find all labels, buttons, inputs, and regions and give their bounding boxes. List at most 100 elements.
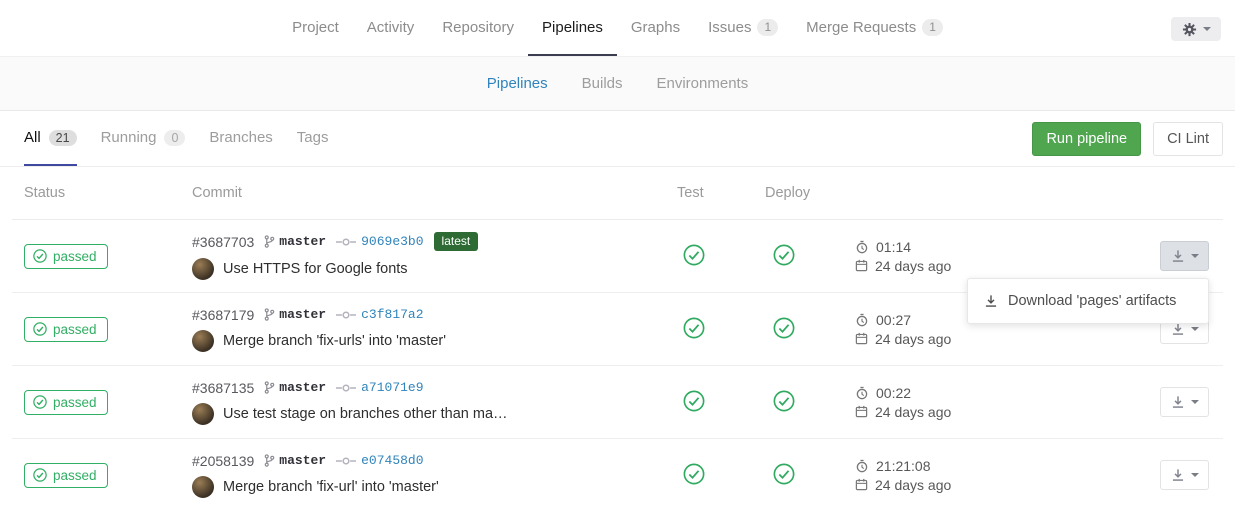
commit-message-link[interactable]: Use HTTPS for Google fonts: [223, 261, 408, 277]
committer-avatar[interactable]: [192, 476, 214, 498]
commit-icon: [336, 237, 356, 247]
pipeline-id-link[interactable]: #3687135: [192, 380, 254, 396]
deploy-stage-passed-icon[interactable]: [773, 244, 795, 266]
check-circle-icon: [33, 249, 47, 263]
status-cell: passed: [12, 463, 192, 488]
actions-cell: [1003, 439, 1223, 509]
test-stage-passed-icon[interactable]: [683, 317, 705, 339]
actions-cell: [1003, 366, 1223, 438]
pipeline-duration: 01:14: [876, 239, 911, 255]
tab-tags[interactable]: Tags: [297, 111, 329, 166]
download-icon: [984, 294, 998, 308]
commit-sha-link[interactable]: 9069e3b0: [336, 234, 423, 249]
commit-sha-link[interactable]: e07458d0: [336, 453, 423, 468]
nav-item-merge-requests[interactable]: Merge Requests 1: [792, 0, 957, 56]
commit-sha-link[interactable]: c3f817a2: [336, 307, 423, 322]
branch-icon: [264, 454, 275, 467]
status-badge[interactable]: passed: [24, 244, 108, 269]
test-stage-cell: [677, 463, 765, 488]
pipeline-id-link[interactable]: #3687703: [192, 234, 254, 250]
calendar-icon: [855, 259, 868, 272]
branch-link[interactable]: master: [264, 234, 326, 249]
time-cell: 21:21:08 24 days ago: [853, 455, 1003, 496]
committer-avatar[interactable]: [192, 330, 214, 352]
nav-item-label: Pipelines: [542, 19, 603, 36]
pipeline-duration: 21:21:08: [876, 458, 931, 474]
nav-item-label: Repository: [442, 19, 514, 36]
subnav-item-builds[interactable]: Builds: [565, 75, 640, 92]
nav-item-graphs[interactable]: Graphs: [617, 0, 694, 56]
artifacts-download-button[interactable]: [1160, 387, 1209, 417]
calendar-icon: [855, 332, 868, 345]
sha-label: 9069e3b0: [361, 234, 423, 249]
nav-item-activity[interactable]: Activity: [353, 0, 429, 56]
caret-down-icon: [1191, 254, 1199, 258]
timer-icon: [855, 386, 869, 400]
pipeline-age: 24 days ago: [875, 258, 951, 274]
caret-down-icon: [1191, 327, 1199, 331]
tab-label: Running: [101, 129, 157, 146]
actions-cell: Download 'pages' artifacts: [1003, 220, 1223, 292]
project-settings-dropdown-button[interactable]: [1171, 17, 1221, 41]
timer-icon: [855, 459, 869, 473]
branch-name: master: [279, 380, 326, 395]
deploy-stage-passed-icon[interactable]: [773, 463, 795, 485]
pipeline-id-link[interactable]: #2058139: [192, 453, 254, 469]
branch-icon: [264, 235, 275, 248]
tab-all[interactable]: All 21: [24, 111, 77, 166]
test-stage-passed-icon[interactable]: [683, 463, 705, 485]
calendar-icon: [855, 405, 868, 418]
header-commit: Commit: [192, 185, 677, 201]
ci-lint-button[interactable]: CI Lint: [1153, 122, 1223, 156]
commit-message-link[interactable]: Merge branch 'fix-urls' into 'master': [223, 333, 446, 349]
tab-running[interactable]: Running 0: [101, 111, 186, 166]
subnav-item-environments[interactable]: Environments: [640, 75, 766, 92]
nav-item-repository[interactable]: Repository: [428, 0, 528, 56]
status-badge[interactable]: passed: [24, 317, 108, 342]
branch-link[interactable]: master: [264, 307, 326, 322]
project-nav: Project Activity Repository Pipelines Gr…: [0, 0, 1235, 57]
download-icon: [1171, 249, 1185, 263]
pipelines-table: Status Commit Test Deploy passed #368770…: [12, 167, 1223, 509]
pipeline-rows: passed #3687703 master: [12, 220, 1223, 509]
test-stage-cell: [677, 244, 765, 269]
commit-message-link[interactable]: Merge branch 'fix-url' into 'master': [223, 479, 439, 495]
pipeline-duration: 00:22: [876, 385, 911, 401]
deploy-stage-passed-icon[interactable]: [773, 317, 795, 339]
subnav-item-pipelines[interactable]: Pipelines: [470, 75, 565, 92]
caret-down-icon: [1191, 473, 1199, 477]
commit-sha-link[interactable]: a71071e9: [336, 380, 423, 395]
nav-item-issues[interactable]: Issues 1: [694, 0, 792, 56]
run-pipeline-button[interactable]: Run pipeline: [1032, 122, 1141, 156]
status-badge[interactable]: passed: [24, 463, 108, 488]
status-label: passed: [53, 249, 97, 264]
test-stage-passed-icon[interactable]: [683, 390, 705, 412]
nav-item-project[interactable]: Project: [278, 0, 353, 56]
artifacts-download-button[interactable]: [1160, 460, 1209, 490]
time-cell: 01:14 24 days ago: [853, 236, 1003, 277]
table-header: Status Commit Test Deploy: [12, 167, 1223, 220]
artifacts-dropdown-item[interactable]: Download 'pages' artifacts: [968, 285, 1208, 317]
test-stage-cell: [677, 390, 765, 415]
branch-link[interactable]: master: [264, 453, 326, 468]
pipeline-id-link[interactable]: #3687179: [192, 307, 254, 323]
status-cell: passed: [12, 390, 192, 415]
caret-down-icon: [1191, 400, 1199, 404]
status-badge[interactable]: passed: [24, 390, 108, 415]
committer-avatar[interactable]: [192, 258, 214, 280]
pipeline-age: 24 days ago: [875, 331, 951, 347]
commit-cell: #2058139 master: [192, 453, 677, 498]
branch-link[interactable]: master: [264, 380, 326, 395]
nav-item-pipelines[interactable]: Pipelines: [528, 0, 617, 56]
pipelines-toolbar: All 21 Running 0 Branches Tags Run pipel…: [0, 111, 1235, 167]
commit-icon: [336, 310, 356, 320]
commit-message-link[interactable]: Use test stage on branches other than ma…: [223, 406, 508, 422]
tab-branches[interactable]: Branches: [209, 111, 272, 166]
status-cell: passed: [12, 317, 192, 342]
timer-icon: [855, 313, 869, 327]
deploy-stage-passed-icon[interactable]: [773, 390, 795, 412]
artifacts-download-button[interactable]: [1160, 241, 1209, 271]
committer-avatar[interactable]: [192, 403, 214, 425]
issues-count-badge: 1: [757, 19, 778, 36]
test-stage-passed-icon[interactable]: [683, 244, 705, 266]
